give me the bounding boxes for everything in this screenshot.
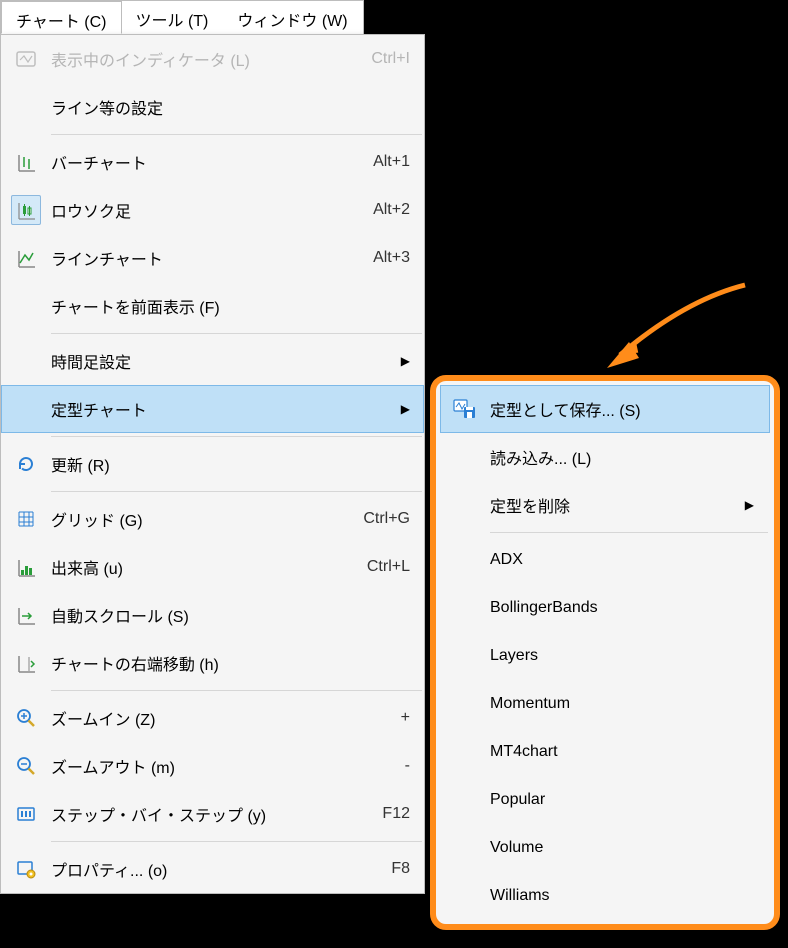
- template-submenu: 定型として保存... (S) 読み込み... (L) 定型を削除 ▶ ADX B…: [430, 375, 780, 930]
- menu-shortcut: Alt+1: [363, 153, 410, 171]
- submenu-template-item[interactable]: MT4chart: [440, 728, 770, 776]
- menu-shortcut: Ctrl+L: [357, 558, 410, 576]
- menu-item-lines[interactable]: ライン等の設定: [1, 83, 424, 131]
- menu-item-shift[interactable]: チャートの右端移動 (h): [1, 639, 424, 687]
- menu-shortcut: +: [391, 709, 410, 727]
- menu-separator: [51, 333, 422, 334]
- menu-item-barchart[interactable]: バーチャート Alt+1: [1, 138, 424, 186]
- menu-item-properties[interactable]: プロパティ... (o) F8: [1, 845, 424, 893]
- menu-label: 更新 (R): [51, 452, 410, 476]
- menu-item-autoscroll[interactable]: 自動スクロール (S): [1, 591, 424, 639]
- menu-shortcut: F12: [372, 805, 410, 823]
- menu-item-refresh[interactable]: 更新 (R): [1, 440, 424, 488]
- volume-icon: [11, 552, 41, 582]
- candlestick-icon: [11, 195, 41, 225]
- chart-menu: 表示中のインディケータ (L) Ctrl+I ライン等の設定 バーチャート Al…: [0, 34, 425, 894]
- menu-label: 出来高 (u): [51, 555, 357, 579]
- submenu-arrow-icon: ▶: [735, 498, 754, 512]
- menu-label: 定型として保存... (S): [490, 397, 754, 421]
- save-template-icon: [450, 394, 480, 424]
- menu-label: プロパティ... (o): [51, 857, 381, 881]
- properties-icon: [11, 854, 41, 884]
- menu-label: ズームアウト (m): [51, 754, 395, 778]
- zoom-out-icon: [11, 751, 41, 781]
- menu-shortcut: Alt+3: [363, 249, 410, 267]
- menu-label: 定型を削除: [490, 493, 735, 517]
- menu-item-linechart[interactable]: ラインチャート Alt+3: [1, 234, 424, 282]
- menu-label: ステップ・バイ・ステップ (y): [51, 802, 372, 826]
- menu-shortcut: Alt+2: [363, 201, 410, 219]
- menu-label: ライン等の設定: [51, 95, 410, 119]
- submenu-item-save[interactable]: 定型として保存... (S): [440, 385, 770, 433]
- menu-separator: [51, 690, 422, 691]
- menu-label: BollingerBands: [490, 599, 754, 617]
- indicators-icon: [11, 44, 41, 74]
- menubar-item-tools[interactable]: ツール (T): [122, 1, 224, 34]
- menu-item-foreground[interactable]: チャートを前面表示 (F): [1, 282, 424, 330]
- menu-label: バーチャート: [51, 150, 363, 174]
- menu-shortcut: F8: [381, 860, 410, 878]
- menu-label: 読み込み... (L): [490, 445, 754, 469]
- menu-item-template[interactable]: 定型チャート ▶: [1, 385, 424, 433]
- menu-label: ADX: [490, 551, 754, 569]
- autoscroll-icon: [11, 600, 41, 630]
- menu-shortcut: -: [395, 757, 410, 775]
- menu-item-zoomout[interactable]: ズームアウト (m) -: [1, 742, 424, 790]
- grid-icon: [11, 504, 41, 534]
- annotation-arrow: [595, 280, 755, 380]
- menu-label: 時間足設定: [51, 349, 391, 373]
- menu-separator: [51, 436, 422, 437]
- menu-label: グリッド (G): [51, 507, 353, 531]
- menu-label: 自動スクロール (S): [51, 603, 410, 627]
- menu-separator: [490, 532, 768, 533]
- menu-shortcut: Ctrl+I: [361, 50, 410, 68]
- menu-item-candlestick[interactable]: ロウソク足 Alt+2: [1, 186, 424, 234]
- menu-item-step[interactable]: ステップ・バイ・ステップ (y) F12: [1, 790, 424, 838]
- linechart-icon: [11, 243, 41, 273]
- zoom-in-icon: [11, 703, 41, 733]
- menu-label: Volume: [490, 839, 754, 857]
- shift-icon: [11, 648, 41, 678]
- submenu-item-delete[interactable]: 定型を削除 ▶: [440, 481, 770, 529]
- submenu-template-item[interactable]: ADX: [440, 536, 770, 584]
- menu-label: 定型チャート: [51, 397, 391, 421]
- menu-separator: [51, 841, 422, 842]
- menu-label: ラインチャート: [51, 246, 363, 270]
- menu-item-volume[interactable]: 出来高 (u) Ctrl+L: [1, 543, 424, 591]
- menu-separator: [51, 134, 422, 135]
- submenu-template-item[interactable]: Popular: [440, 776, 770, 824]
- menu-item-indicators[interactable]: 表示中のインディケータ (L) Ctrl+I: [1, 35, 424, 83]
- menu-label: Momentum: [490, 695, 754, 713]
- menu-label: MT4chart: [490, 743, 754, 761]
- submenu-template-item[interactable]: Volume: [440, 824, 770, 872]
- menu-shortcut: Ctrl+G: [353, 510, 410, 528]
- submenu-template-item[interactable]: Williams: [440, 872, 770, 920]
- step-icon: [11, 799, 41, 829]
- submenu-arrow-icon: ▶: [391, 354, 410, 368]
- menu-separator: [51, 491, 422, 492]
- menu-label: ズームイン (Z): [51, 706, 391, 730]
- menu-label: ロウソク足: [51, 198, 363, 222]
- refresh-icon: [11, 449, 41, 479]
- menu-label: 表示中のインディケータ (L): [51, 47, 361, 71]
- submenu-template-item[interactable]: Layers: [440, 632, 770, 680]
- menubar-item-window[interactable]: ウィンドウ (W): [223, 1, 362, 34]
- barchart-icon: [11, 147, 41, 177]
- menu-item-timeframe[interactable]: 時間足設定 ▶: [1, 337, 424, 385]
- menubar-item-chart[interactable]: チャート (C): [1, 1, 122, 34]
- menubar: チャート (C) ツール (T) ウィンドウ (W): [0, 0, 364, 35]
- menu-item-grid[interactable]: グリッド (G) Ctrl+G: [1, 495, 424, 543]
- menu-label: チャートを前面表示 (F): [51, 294, 410, 318]
- submenu-template-item[interactable]: Momentum: [440, 680, 770, 728]
- submenu-template-item[interactable]: BollingerBands: [440, 584, 770, 632]
- submenu-item-load[interactable]: 読み込み... (L): [440, 433, 770, 481]
- menu-label: Layers: [490, 647, 754, 665]
- menu-item-zoomin[interactable]: ズームイン (Z) +: [1, 694, 424, 742]
- menu-label: Williams: [490, 887, 754, 905]
- menu-label: Popular: [490, 791, 754, 809]
- submenu-arrow-icon: ▶: [391, 402, 410, 416]
- menu-label: チャートの右端移動 (h): [51, 651, 410, 675]
